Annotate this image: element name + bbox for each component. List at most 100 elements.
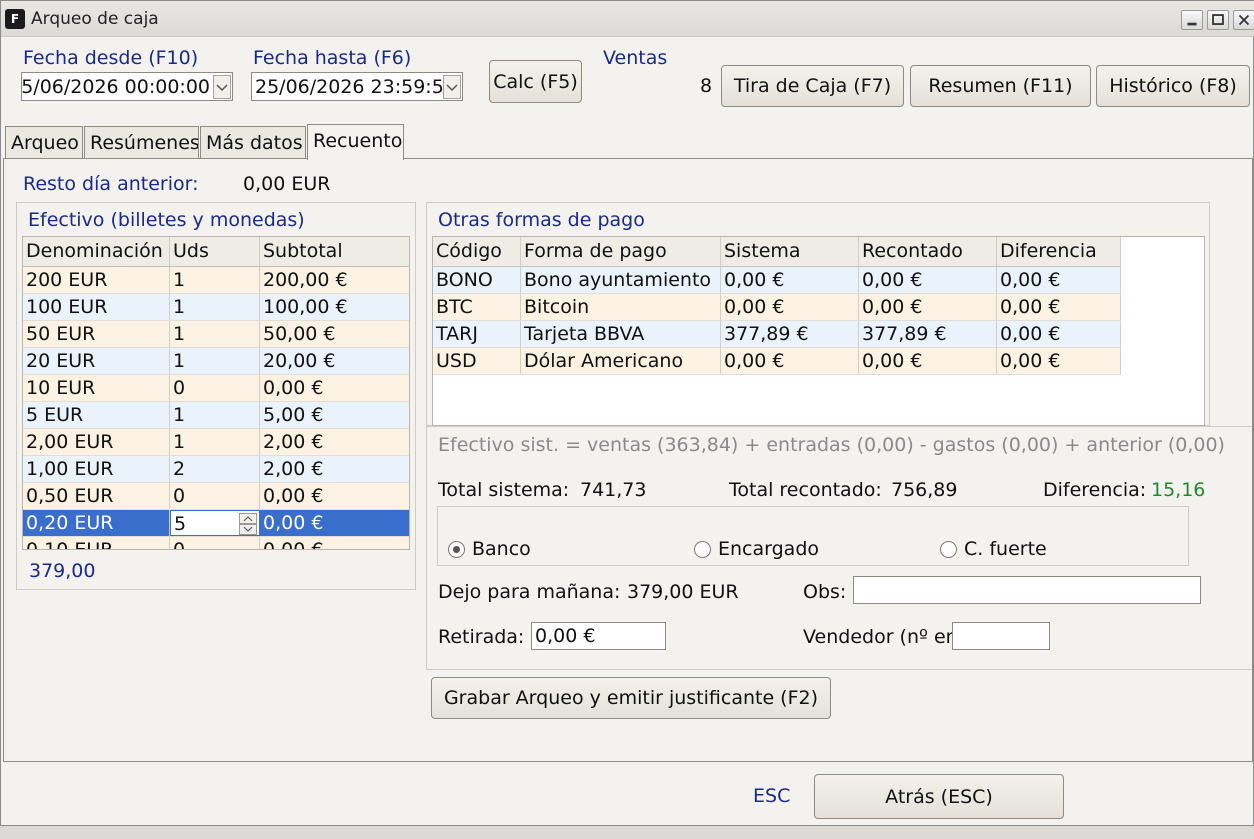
recuento-panel: Resto día anterior: 0,00 EUR Efectivo (b… [3, 158, 1253, 762]
fecha-desde-combo[interactable]: 25/06/2026 00:00:00 [21, 72, 233, 101]
cell-uds[interactable]: 1 [170, 267, 260, 293]
fecha-hasta-combo[interactable]: 25/06/2026 23:59:59 [251, 72, 463, 101]
cell-diferencia: 0,00 € [997, 348, 1121, 374]
window-title: Arqueo de caja [31, 9, 159, 29]
column-header-denominacion[interactable]: Denominación [23, 237, 170, 266]
column-header-codigo[interactable]: Código [433, 237, 521, 266]
resumen-button[interactable]: Resumen (F11) [910, 65, 1091, 107]
table-row[interactable]: 50 EUR 1 50,00 € [23, 321, 409, 348]
cell-uds[interactable]: 2 [170, 456, 260, 482]
column-header-uds[interactable]: Uds [170, 237, 260, 266]
radio-banco[interactable]: Banco [448, 534, 648, 564]
cell-recontado[interactable]: 377,89 € [859, 321, 997, 347]
chevron-down-icon [446, 84, 458, 92]
minimize-button[interactable] [1181, 10, 1203, 30]
fecha-desde-label: Fecha desde (F10) [23, 47, 199, 69]
radio-encargado-indicator[interactable] [694, 541, 711, 558]
tab-resumenes[interactable]: Resúmenes [84, 126, 199, 159]
cell-uds[interactable]: 1 [170, 321, 260, 347]
tab-recuento[interactable]: Recuento [307, 124, 404, 160]
obs-label: Obs: [803, 581, 847, 603]
dejo-value: 379,00 EUR [627, 581, 739, 603]
radio-banco-label: Banco [472, 538, 531, 560]
table-row[interactable]: 5 EUR 1 5,00 € [23, 402, 409, 429]
table-row[interactable]: 1,00 EUR 2 2,00 € [23, 456, 409, 483]
column-header-recontado[interactable]: Recontado [859, 237, 997, 266]
cell-uds[interactable]: 0 [170, 483, 260, 509]
title-bar: F Arqueo de caja [1, 1, 1254, 37]
column-header-forma-de-pago[interactable]: Forma de pago [521, 237, 721, 266]
cell-sistema: 377,89 € [721, 321, 859, 347]
historico-button[interactable]: Histórico (F8) [1096, 65, 1250, 107]
otras-formas-group: Otras formas de pago Código Forma de pag… [426, 202, 1210, 426]
cell-subtotal: 2,00 € [260, 429, 409, 455]
cell-uds[interactable]: 1 [170, 348, 260, 374]
calc-button[interactable]: Calc (F5) [489, 60, 582, 103]
tira-de-caja-button[interactable]: Tira de Caja (F7) [721, 65, 904, 107]
cell-recontado[interactable]: 0,00 € [859, 267, 997, 293]
radio-c-fuerte[interactable]: C. fuerte [940, 534, 1140, 564]
cell-denominacion: 10 EUR [23, 375, 170, 401]
cell-subtotal: 0,00 € [260, 483, 409, 509]
fecha-desde-dropdown[interactable] [213, 75, 231, 99]
table-row[interactable]: TARJ Tarjeta BBVA 377,89 € 377,89 € 0,00… [433, 321, 1121, 348]
column-header-subtotal[interactable]: Subtotal [260, 237, 409, 266]
table-row-selected[interactable]: 0,20 EUR 5 0,00 € [23, 510, 409, 537]
diferencia-label: Diferencia: [1043, 479, 1147, 501]
maximize-icon [1212, 14, 1224, 25]
arqueo-window: F Arqueo de caja Fecha desde (F10) 25/06… [0, 0, 1254, 826]
maximize-button[interactable] [1207, 10, 1229, 30]
cell-forma-de-pago: Tarjeta BBVA [521, 321, 721, 347]
column-header-diferencia[interactable]: Diferencia [997, 237, 1121, 266]
fecha-hasta-dropdown[interactable] [443, 75, 461, 99]
cell-codigo: USD [433, 348, 521, 374]
cell-subtotal: 5,00 € [260, 402, 409, 428]
spin-arrows-icon[interactable] [239, 513, 257, 535]
background-window [0, 826, 1254, 839]
table-row[interactable]: 2,00 EUR 1 2,00 € [23, 429, 409, 456]
cell-recontado[interactable]: 0,00 € [859, 348, 997, 374]
uds-spin-input[interactable]: 5 [170, 510, 260, 536]
table-row[interactable]: 10 EUR 0 0,00 € [23, 375, 409, 402]
vendedor-input[interactable] [952, 622, 1050, 650]
cell-subtotal: 0,00 € [260, 510, 409, 536]
table-row[interactable]: 0,10 EUR 0 0,00 € [23, 537, 409, 549]
table-row[interactable]: BONO Bono ayuntamiento 0,00 € 0,00 € 0,0… [433, 267, 1121, 294]
efectivo-group: Efectivo (billetes y monedas) Denominaci… [16, 202, 416, 590]
cell-uds[interactable]: 1 [170, 429, 260, 455]
tab-arqueo[interactable]: Arqueo [5, 126, 83, 159]
tab-mas-datos[interactable]: Más datos [200, 126, 306, 159]
table-row[interactable]: 200 EUR 1 200,00 € [23, 267, 409, 294]
retirada-label: Retirada: [438, 626, 525, 648]
cell-denominacion: 20 EUR [23, 348, 170, 374]
grabar-arqueo-button[interactable]: Grabar Arqueo y emitir justificante (F2) [431, 677, 831, 719]
fecha-hasta-label: Fecha hasta (F6) [253, 47, 412, 69]
close-icon [1238, 14, 1250, 26]
formula-text: Efectivo sist. = ventas (363,84) + entra… [438, 434, 1225, 456]
close-button[interactable] [1233, 10, 1254, 30]
total-recontado-value: 756,89 [891, 479, 958, 501]
table-row[interactable]: 0,50 EUR 0 0,00 € [23, 483, 409, 510]
cell-denominacion: 2,00 EUR [23, 429, 170, 455]
table-row[interactable]: 100 EUR 1 100,00 € [23, 294, 409, 321]
cell-sistema: 0,00 € [721, 267, 859, 293]
atras-button[interactable]: Atrás (ESC) [814, 774, 1064, 819]
radio-encargado[interactable]: Encargado [694, 534, 894, 564]
table-row[interactable]: 20 EUR 1 20,00 € [23, 348, 409, 375]
cell-uds[interactable]: 0 [170, 537, 260, 549]
cell-uds[interactable]: 1 [170, 294, 260, 320]
retirada-input[interactable]: 0,00 € [531, 622, 666, 650]
cell-recontado[interactable]: 0,00 € [859, 294, 997, 320]
table-row[interactable]: USD Dólar Americano 0,00 € 0,00 € 0,00 € [433, 348, 1121, 375]
radio-banco-indicator[interactable] [448, 541, 465, 558]
fecha-hasta-value: 25/06/2026 23:59:59 [255, 76, 456, 98]
total-sistema-label: Total sistema: [438, 479, 570, 501]
column-header-sistema[interactable]: Sistema [721, 237, 859, 266]
cell-uds[interactable]: 0 [170, 375, 260, 401]
app-icon: F [5, 9, 25, 29]
cell-uds[interactable]: 1 [170, 402, 260, 428]
radio-c-fuerte-indicator[interactable] [940, 541, 957, 558]
obs-input[interactable] [853, 576, 1201, 604]
cell-subtotal: 0,00 € [260, 375, 409, 401]
table-row[interactable]: BTC Bitcoin 0,00 € 0,00 € 0,00 € [433, 294, 1121, 321]
